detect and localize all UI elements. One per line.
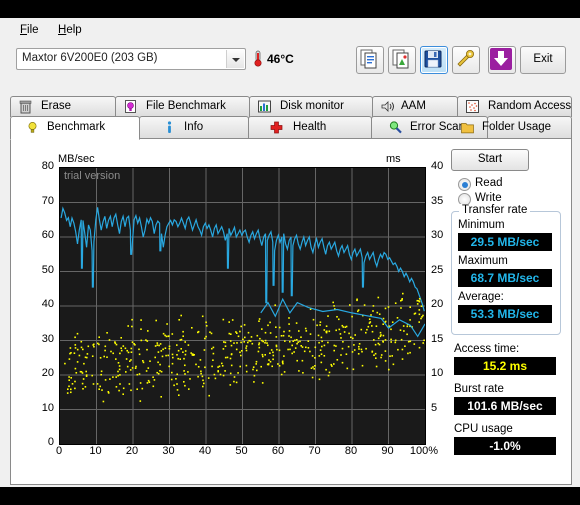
copy-text-icon xyxy=(360,49,377,69)
device-select[interactable]: Maxtor 6V200E0 (203 GB) xyxy=(16,48,246,70)
y-axis-label-right: ms xyxy=(386,153,401,165)
benchmark-chart: MB/sec ms trial version 0 10 20 30 40 50 60 70 8… xyxy=(31,153,444,473)
access-time-value: 15.2 ms xyxy=(454,357,556,375)
temperature-value: 46°C xyxy=(267,52,294,66)
file-bulb-icon xyxy=(125,100,136,113)
tab-file-benchmark[interactable]: File Benchmark xyxy=(115,96,250,117)
tab-aam-label: AAM xyxy=(401,100,426,112)
plot-svg xyxy=(60,168,425,444)
x-tick-label: 100% xyxy=(409,445,439,457)
x-tick-label: 20 xyxy=(125,445,139,457)
x-tick-label: 90 xyxy=(381,445,394,457)
menu-help[interactable]: Help xyxy=(52,22,88,38)
tab-folder-usage-label: Folder Usage xyxy=(482,121,552,133)
save-button[interactable] xyxy=(420,46,448,74)
bulb-icon xyxy=(28,122,37,133)
tab-disk-monitor-label: Disk monitor xyxy=(280,100,344,112)
copy-image-icon xyxy=(392,49,409,69)
radio-read-indicator[interactable] xyxy=(458,178,471,191)
red-cross-icon xyxy=(270,121,283,134)
minimum-label: Minimum xyxy=(458,219,505,231)
y-tick-label: 60 xyxy=(41,229,54,241)
x-tick-label: 50 xyxy=(235,445,248,457)
x-tick-label: 0 xyxy=(55,445,63,457)
x-tick-label: 10 xyxy=(89,445,102,457)
y-axis-label: MB/sec xyxy=(58,153,95,165)
download-arrow-icon xyxy=(490,48,512,70)
maximum-value: 68.7 MB/sec xyxy=(458,269,552,287)
transfer-rate-title: Transfer rate xyxy=(459,204,531,216)
y-tick-label: 80 xyxy=(41,160,54,172)
burst-rate-label: Burst rate xyxy=(454,383,504,395)
cpu-usage-value: -1.0% xyxy=(454,437,556,455)
tab-aam[interactable]: AAM xyxy=(372,96,458,117)
tab-error-scan-label: Error Scan xyxy=(410,121,465,133)
chevron-down-icon[interactable] xyxy=(226,50,244,68)
speaker-icon xyxy=(381,101,394,112)
cpu-usage-label: CPU usage xyxy=(454,423,513,435)
copy-text-button[interactable] xyxy=(356,46,384,74)
tab-health-label: Health xyxy=(293,121,327,133)
maximum-label: Maximum xyxy=(458,255,508,267)
x-tick-label: 70 xyxy=(308,445,321,457)
magnifier-icon xyxy=(389,121,402,134)
dots-icon xyxy=(466,100,479,113)
info-icon xyxy=(167,121,172,133)
tab-info-label: Info xyxy=(184,121,204,133)
y-tick-label: 20 xyxy=(41,367,54,379)
folder-icon xyxy=(461,123,474,134)
exit-button[interactable]: Exit xyxy=(520,46,566,74)
tab-random-access-label: Random Access xyxy=(488,100,572,112)
minimum-value: 29.5 MB/sec xyxy=(458,233,552,251)
average-value: 53.3 MB/sec xyxy=(458,305,552,323)
tools-icon xyxy=(457,50,474,67)
x-tick-label: 80 xyxy=(344,445,358,457)
trash-icon xyxy=(19,100,32,114)
menu-file[interactable]: File xyxy=(14,22,45,38)
y-tick-label: 70 xyxy=(41,194,54,207)
device-select-value: Maxtor 6V200E0 (203 GB) xyxy=(22,52,158,64)
hd-tune-window: File Help Maxtor 6V200E0 (203 GB) 46°C E… xyxy=(0,18,580,487)
start-button[interactable]: Start xyxy=(451,149,529,171)
thermometer-icon xyxy=(254,50,262,67)
tab-bar: Erase File Benchmark Disk monitor AAM Ra… xyxy=(10,96,572,140)
tab-erase-label: Erase xyxy=(41,100,72,112)
tab-file-benchmark-label: File Benchmark xyxy=(146,100,226,112)
average-label: Average: xyxy=(458,291,504,303)
x-tick-label: 30 xyxy=(162,445,175,457)
y-tick-label: 10 xyxy=(41,401,54,414)
y-tick-label-right: 35 xyxy=(431,194,444,207)
x-tick-label: 40 xyxy=(198,445,212,457)
tab-health[interactable]: Health xyxy=(248,116,372,139)
y-tick-label: 30 xyxy=(41,332,54,345)
tab-info[interactable]: Info xyxy=(139,116,249,139)
tab-benchmark[interactable]: Benchmark xyxy=(10,116,140,140)
tab-benchmark-label: Benchmark xyxy=(47,121,106,133)
tools-button[interactable] xyxy=(452,46,480,74)
plot-area: trial version xyxy=(59,167,426,445)
x-tick-label: 60 xyxy=(271,445,285,457)
floppy-disk-icon xyxy=(424,50,442,68)
burst-rate-value: 101.6 MB/sec xyxy=(454,397,556,415)
access-time-label: Access time: xyxy=(454,343,520,355)
tab-folder-usage[interactable]: Folder Usage xyxy=(461,116,572,139)
menu-bar: File Help xyxy=(6,18,574,40)
radio-write-label: Write xyxy=(475,192,502,204)
tab-erase[interactable]: Erase xyxy=(10,96,116,117)
y-tick-label: 50 xyxy=(41,263,54,276)
y-tick-label: 40 xyxy=(41,298,54,310)
benchmark-panel: MB/sec ms trial version 0 10 20 30 40 50 60 70 8… xyxy=(10,138,572,485)
radio-read-label: Read xyxy=(475,177,503,189)
tab-random-access[interactable]: Random Access xyxy=(457,96,572,117)
tab-disk-monitor[interactable]: Disk monitor xyxy=(249,96,373,117)
copy-image-button[interactable] xyxy=(388,46,416,74)
bar-chart-icon xyxy=(258,100,271,113)
update-button[interactable] xyxy=(488,46,516,74)
